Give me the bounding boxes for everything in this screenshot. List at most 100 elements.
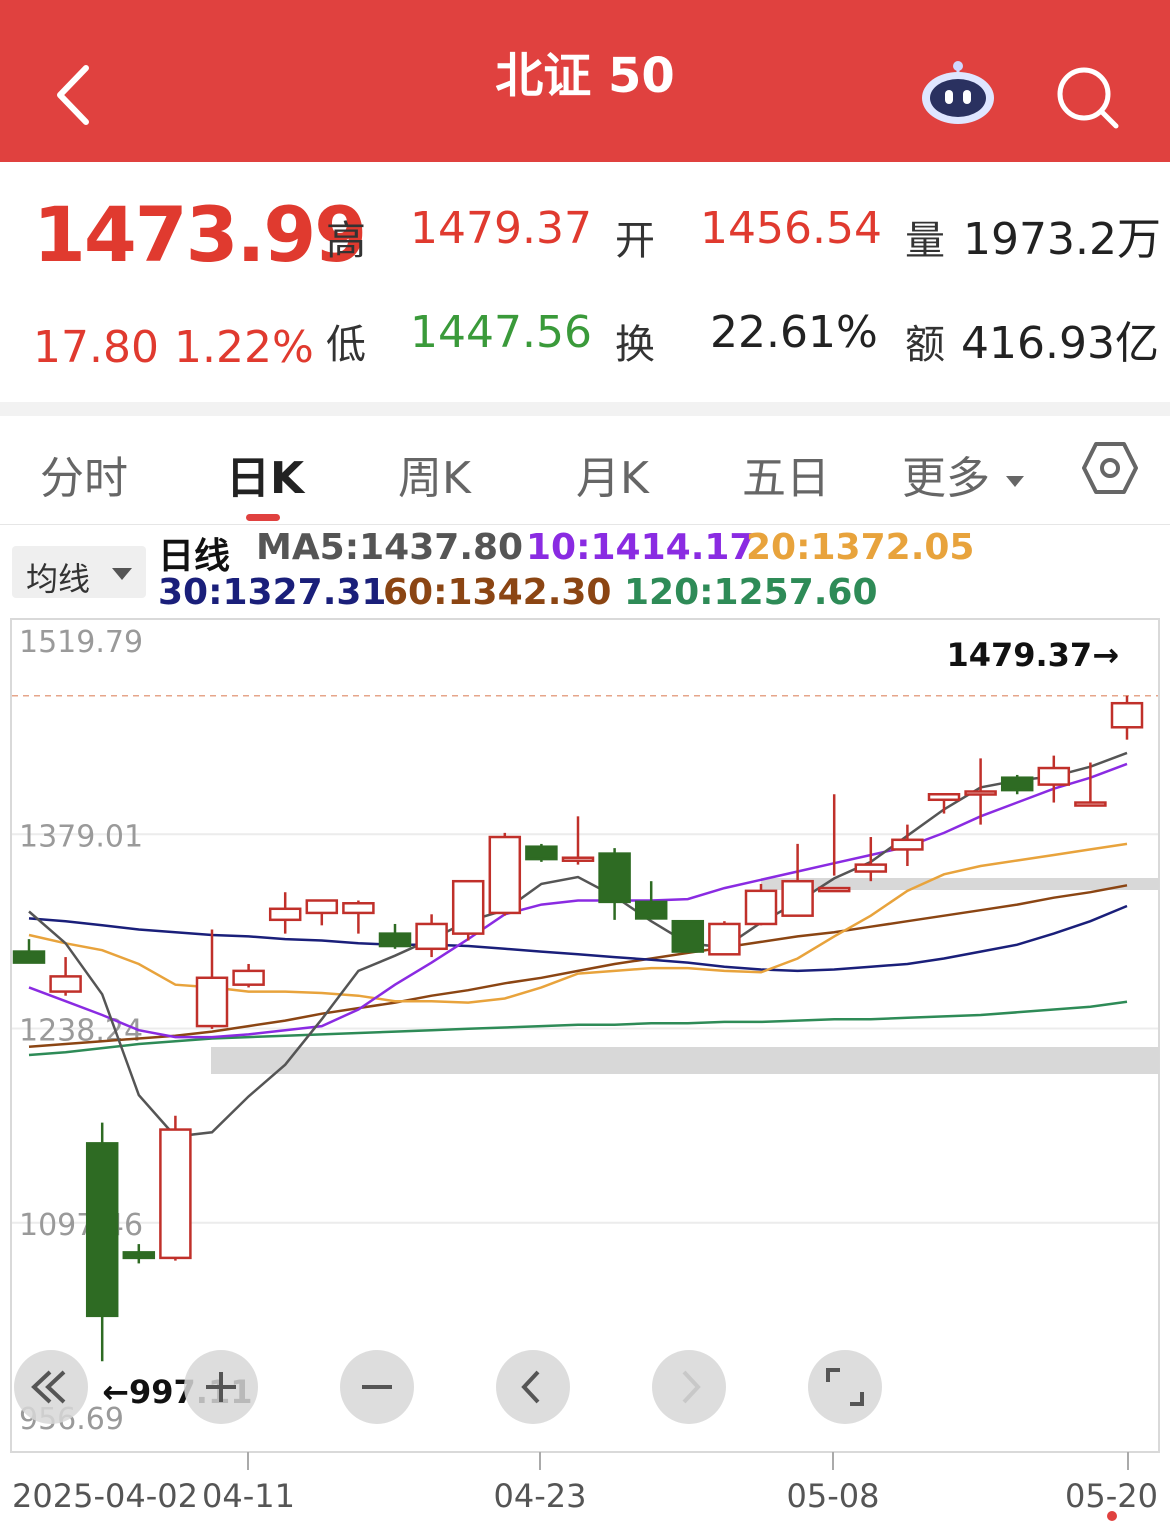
candle-up — [561, 856, 595, 862]
minus-icon — [362, 1385, 392, 1389]
x-tick-label: 05-20 — [1065, 1477, 1158, 1515]
candle-down — [671, 919, 705, 953]
candle-up — [1074, 801, 1107, 807]
candle-up — [415, 922, 448, 951]
double-chevron-left-icon — [31, 1370, 66, 1404]
ma30-line — [28, 904, 1128, 973]
section-divider — [0, 402, 1170, 416]
low-label: 低 — [326, 322, 366, 368]
max-price-annotation: 1479.37→ — [946, 636, 1119, 674]
amount-label: 额 — [905, 322, 945, 368]
tab-weekly-k[interactable]: 周K — [398, 442, 471, 506]
robot-icon — [922, 61, 994, 124]
ma5-value: MA5:1437.80 — [256, 527, 524, 568]
open-value: 1456.54 — [700, 203, 882, 254]
price-zone-band — [211, 1047, 1159, 1074]
x-tick-label: 04-11 — [202, 1477, 295, 1515]
y-tick-label: 1238.24 — [19, 1014, 143, 1049]
candle-down — [85, 1142, 119, 1318]
volume-value: 1973.2万 — [963, 214, 1161, 265]
candle-up — [1110, 701, 1144, 729]
candle-up — [891, 838, 924, 851]
active-tab-indicator — [246, 514, 280, 521]
candle-down — [378, 932, 412, 948]
ma120-value: 120:1257.60 — [624, 572, 878, 613]
candle-up — [305, 899, 339, 915]
plus-icon — [206, 1372, 236, 1402]
ma20-value: 20:1372.05 — [746, 527, 975, 568]
scroll-left-button[interactable] — [496, 1350, 570, 1424]
scroll-right-button[interactable] — [652, 1350, 726, 1424]
ma60-line — [28, 884, 1128, 1049]
change-percent: 1.22% — [174, 322, 314, 373]
ma20-line — [28, 842, 1128, 1004]
ma120-line — [28, 1000, 1128, 1057]
y-tick-label: 1519.79 — [19, 625, 143, 660]
y-tick-label: 1097.46 — [19, 1208, 143, 1243]
assistant-robot-button[interactable] — [918, 58, 998, 128]
volume-label: 量 — [905, 218, 945, 264]
ma60-value: 60:1342.30 — [383, 572, 612, 613]
candle-up — [342, 902, 375, 915]
candle-up — [927, 793, 961, 802]
candle-down — [598, 852, 631, 904]
open-label: 开 — [615, 218, 655, 264]
fullscreen-button[interactable] — [808, 1350, 882, 1424]
settings-hexagon-icon — [1082, 442, 1138, 494]
last-price: 1473.99 — [33, 190, 367, 279]
candle-up — [451, 879, 485, 935]
turnover-label: 换 — [615, 322, 655, 368]
header-bar: 北证 50 — [0, 0, 1170, 162]
candle-up — [268, 907, 302, 922]
candle-up — [488, 835, 522, 915]
candle-down — [634, 900, 668, 920]
candle-up — [708, 922, 741, 956]
candle-down — [122, 1251, 156, 1260]
ma10-line — [28, 762, 1128, 1039]
change-value: 17.80 — [33, 322, 159, 373]
fullscreen-icon — [826, 1368, 864, 1406]
candle-up — [964, 790, 997, 796]
x-tick-label: 05-08 — [787, 1477, 880, 1515]
tab-intraday[interactable]: 分时 — [40, 442, 128, 506]
scroll-to-start-button[interactable] — [14, 1350, 88, 1424]
tab-monthly-k[interactable]: 月K — [576, 442, 649, 506]
x-tick-label: 2025-04-02 — [12, 1477, 198, 1515]
zoom-out-button[interactable] — [340, 1350, 414, 1424]
candle-up — [232, 969, 265, 986]
candle-up — [49, 975, 82, 993]
candle-up — [744, 889, 778, 926]
candle-down — [12, 950, 46, 964]
ma-dropdown-label: 均线 — [26, 560, 91, 598]
candle-up — [195, 976, 229, 1028]
chevron-right-icon — [682, 1370, 701, 1404]
zoom-in-button[interactable] — [184, 1350, 258, 1424]
chart-settings-button[interactable] — [1082, 440, 1138, 507]
candle-down — [1000, 776, 1034, 792]
candle-up — [781, 879, 814, 917]
chevron-left-icon — [521, 1370, 540, 1404]
candle-up — [159, 1128, 192, 1260]
caret-down-icon — [1006, 476, 1024, 487]
tab-daily-k[interactable]: 日K — [226, 442, 304, 506]
search-button[interactable] — [1052, 62, 1122, 132]
high-value: 1479.37 — [410, 203, 592, 254]
low-value: 1447.56 — [410, 307, 592, 358]
y-tick-label: 1379.01 — [19, 819, 143, 854]
price-zone-band — [761, 878, 1159, 890]
ma5-line — [28, 751, 1128, 1138]
ma10-value: 10:1414.17 — [526, 527, 755, 568]
tab-more-label: 更多 — [902, 453, 990, 504]
candle-up — [854, 863, 888, 873]
chart-frame — [10, 618, 1160, 1453]
candle-up — [817, 886, 851, 893]
tab-more[interactable]: 更多 — [902, 442, 1026, 506]
x-tick-label: 04-23 — [494, 1477, 587, 1515]
ma-dropdown-button[interactable]: 均线 — [12, 546, 146, 598]
current-date-dot — [1107, 1511, 1117, 1521]
turnover-value: 22.61% — [710, 307, 878, 358]
tab-five-day[interactable]: 五日 — [742, 442, 830, 506]
amount-value: 416.93亿 — [961, 318, 1159, 369]
caret-down-icon — [112, 568, 132, 580]
ma30-value: 30:1327.31 — [158, 572, 387, 613]
